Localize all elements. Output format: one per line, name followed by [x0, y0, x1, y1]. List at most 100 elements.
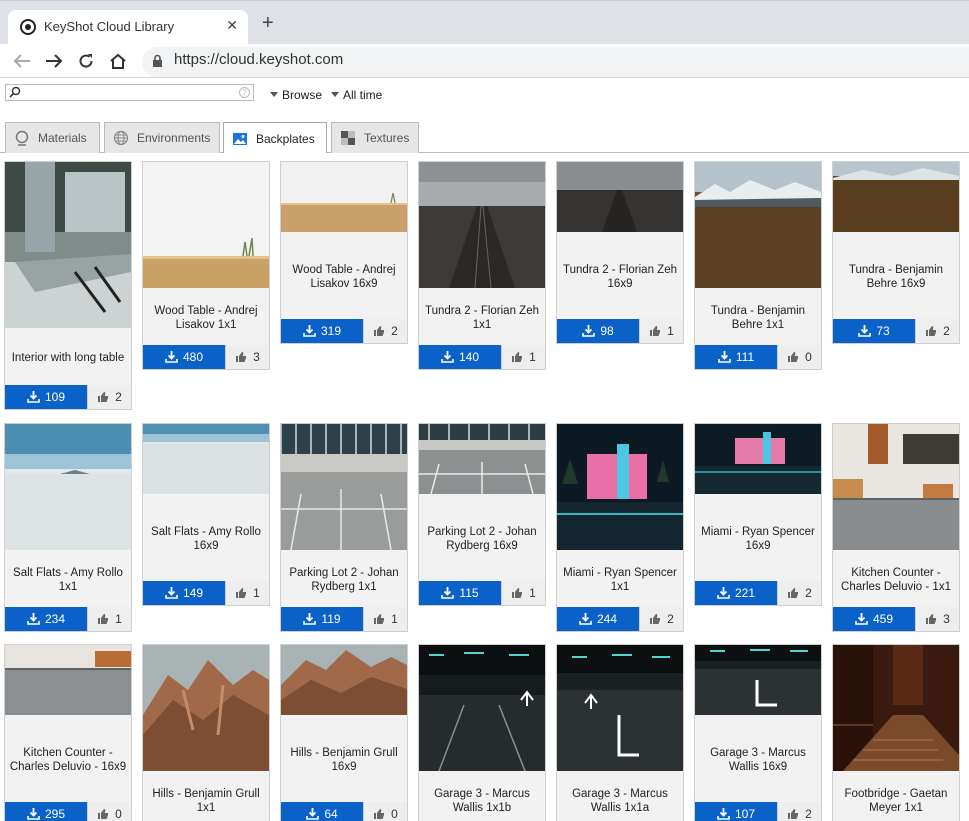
download-button[interactable]: 64: [281, 802, 363, 821]
like-button[interactable]: 2: [363, 319, 407, 343]
backplate-card[interactable]: Kitchen Counter - Charles Deluvio - 1x1 …: [832, 423, 960, 632]
thumbnail-image[interactable]: [281, 162, 407, 232]
download-button[interactable]: 111: [695, 345, 777, 369]
thumbnail-image[interactable]: [833, 424, 959, 550]
search-row: ? Browse All time: [0, 78, 969, 121]
backplate-card[interactable]: Miami - Ryan Spencer 16x9 221 2: [694, 423, 822, 606]
like-button[interactable]: 1: [87, 607, 131, 631]
back-button[interactable]: [10, 49, 34, 73]
thumbnail-image[interactable]: [419, 424, 545, 494]
like-button[interactable]: 1: [501, 345, 545, 369]
thumbnail-image[interactable]: [557, 162, 683, 232]
backplate-card[interactable]: Parking Lot 2 - Johan Rydberg 1x1 119 1: [280, 423, 408, 632]
download-button[interactable]: 149: [143, 581, 225, 605]
download-button[interactable]: 98: [557, 319, 639, 343]
backplate-card[interactable]: Tundra - Benjamin Behre 1x1 111 0: [694, 161, 822, 370]
thumbnail-image[interactable]: [557, 645, 683, 771]
download-button[interactable]: 119: [281, 607, 363, 631]
backplate-card[interactable]: Tundra 2 - Florian Zeh 16x9 98 1: [556, 161, 684, 344]
browser-tab[interactable]: KeyShot Cloud Library ✕: [8, 10, 248, 45]
backplate-card[interactable]: Hills - Benjamin Grull 1x1: [142, 644, 270, 821]
thumbnail-image[interactable]: [833, 645, 959, 771]
download-button[interactable]: 73: [833, 319, 915, 343]
keyshot-favicon-icon: [20, 19, 36, 35]
thumbnail-image[interactable]: [5, 162, 131, 328]
backplate-card[interactable]: Interior with long table 109 2: [4, 161, 132, 410]
download-button[interactable]: 115: [419, 581, 501, 605]
thumbnail-image[interactable]: [281, 645, 407, 715]
like-button[interactable]: 2: [915, 319, 959, 343]
like-button[interactable]: 3: [225, 345, 269, 369]
tab-textures[interactable]: Textures: [331, 122, 419, 153]
like-button[interactable]: 0: [363, 802, 407, 821]
download-button[interactable]: 459: [833, 607, 915, 631]
card-actions: 459 3: [833, 607, 959, 631]
url-text[interactable]: https://cloud.keyshot.com: [174, 51, 343, 68]
backplate-card[interactable]: Miami - Ryan Spencer 1x1 244 2: [556, 423, 684, 632]
tab-environments[interactable]: Environments: [104, 122, 220, 153]
tab-backplates[interactable]: Backplates: [223, 122, 327, 154]
backplate-card[interactable]: Garage 3 - Marcus Wallis 1x1b: [418, 644, 546, 821]
card-actions: 149 1: [143, 581, 269, 605]
thumbnail-image[interactable]: [695, 162, 821, 288]
backplate-card[interactable]: Garage 3 - Marcus Wallis 16x9 107 2: [694, 644, 822, 821]
thumbs-up-icon: [98, 392, 109, 402]
like-button[interactable]: 1: [639, 319, 683, 343]
backplate-card[interactable]: Tundra - Benjamin Behre 16x9 73 2: [832, 161, 960, 344]
download-count: 115: [459, 586, 479, 600]
download-button[interactable]: 244: [557, 607, 639, 631]
like-button[interactable]: 1: [225, 581, 269, 605]
like-button[interactable]: 2: [639, 607, 683, 631]
thumbnail-image[interactable]: [695, 645, 821, 715]
download-button[interactable]: 140: [419, 345, 501, 369]
thumbs-up-icon: [374, 326, 385, 336]
thumbnail-image[interactable]: [143, 162, 269, 288]
backplate-card[interactable]: Parking Lot 2 - Johan Rydberg 16x9 115 1: [418, 423, 546, 606]
card-actions: 244 2: [557, 607, 683, 631]
thumbnail-image[interactable]: [143, 645, 269, 771]
backplate-card[interactable]: Wood Table - Andrej Lisakov 1x1 480 3: [142, 161, 270, 370]
backplate-card[interactable]: Hills - Benjamin Grull 16x9 64 0: [280, 644, 408, 821]
download-button[interactable]: 109: [5, 385, 87, 409]
backplate-card[interactable]: Footbridge - Gaetan Meyer 1x1: [832, 644, 960, 821]
new-tab-button[interactable]: +: [262, 13, 274, 33]
like-button[interactable]: 2: [87, 385, 131, 409]
backplate-card[interactable]: Salt Flats - Amy Rollo 16x9 149 1: [142, 423, 270, 606]
help-icon[interactable]: ?: [239, 87, 250, 98]
backplate-card[interactable]: Salt Flats - Amy Rollo 1x1 234 1: [4, 423, 132, 632]
thumbnail-image[interactable]: [833, 162, 959, 232]
like-button[interactable]: 1: [501, 581, 545, 605]
like-button[interactable]: 0: [777, 345, 821, 369]
tab-materials[interactable]: Materials: [5, 122, 100, 153]
like-button[interactable]: 0: [87, 802, 131, 821]
thumbnail-image[interactable]: [5, 645, 131, 715]
like-button[interactable]: 1: [363, 607, 407, 631]
download-button[interactable]: 107: [695, 802, 777, 821]
download-button[interactable]: 234: [5, 607, 87, 631]
download-button[interactable]: 295: [5, 802, 87, 821]
thumbnail-image[interactable]: [419, 162, 545, 288]
like-button[interactable]: 3: [915, 607, 959, 631]
thumbnail-image[interactable]: [143, 424, 269, 494]
thumbnail-image[interactable]: [5, 424, 131, 550]
backplate-card[interactable]: Kitchen Counter - Charles Deluvio - 16x9…: [4, 644, 132, 821]
search-input[interactable]: ?: [5, 84, 254, 101]
backplate-card[interactable]: Garage 3 - Marcus Wallis 1x1a: [556, 644, 684, 821]
backplate-card[interactable]: Tundra 2 - Florian Zeh 1x1 140 1: [418, 161, 546, 370]
thumbnail-image[interactable]: [281, 424, 407, 550]
time-dropdown[interactable]: All time: [331, 88, 382, 102]
thumbnail-image[interactable]: [419, 645, 545, 771]
reload-button[interactable]: [74, 49, 98, 73]
home-button[interactable]: [106, 49, 130, 73]
forward-button[interactable]: [42, 49, 66, 73]
download-button[interactable]: 480: [143, 345, 225, 369]
thumbnail-image[interactable]: [695, 424, 821, 494]
download-button[interactable]: 319: [281, 319, 363, 343]
download-button[interactable]: 221: [695, 581, 777, 605]
like-button[interactable]: 2: [777, 581, 821, 605]
backplate-card[interactable]: Wood Table - Andrej Lisakov 16x9 319 2: [280, 161, 408, 344]
browse-dropdown[interactable]: Browse: [270, 88, 322, 102]
close-tab-icon[interactable]: ✕: [226, 17, 238, 34]
like-button[interactable]: 2: [777, 802, 821, 821]
thumbnail-image[interactable]: [557, 424, 683, 550]
